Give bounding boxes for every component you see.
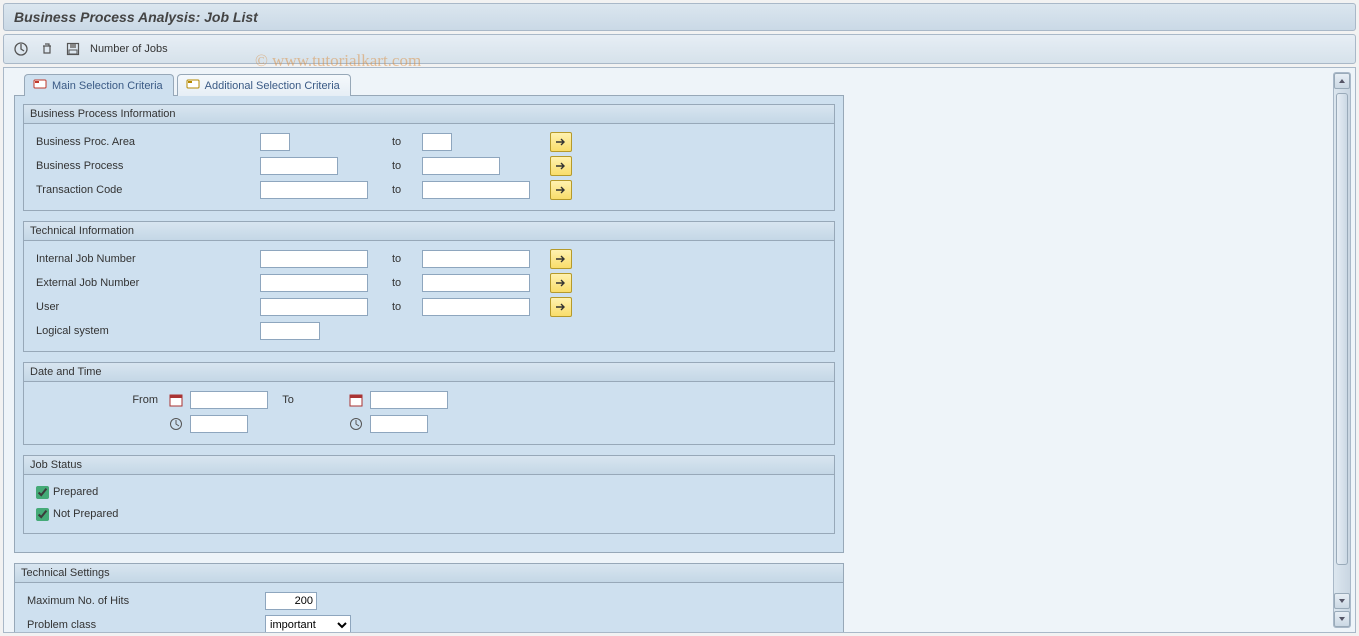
input-logsys[interactable] bbox=[260, 322, 320, 340]
multi-select-proc-area[interactable] bbox=[550, 132, 572, 152]
tab-main-selection[interactable]: Main Selection Criteria bbox=[24, 74, 174, 96]
label-ext-job: External Job Number bbox=[30, 277, 260, 289]
application-toolbar: Number of Jobs bbox=[3, 34, 1356, 64]
calendar-icon[interactable] bbox=[348, 392, 364, 408]
label-to: to bbox=[390, 136, 422, 148]
tab-icon-additional bbox=[186, 78, 200, 93]
input-process-low[interactable] bbox=[260, 157, 338, 175]
main-content: Main Selection Criteria Additional Selec… bbox=[3, 67, 1356, 633]
multi-select-tcode[interactable] bbox=[550, 180, 572, 200]
vertical-scrollbar[interactable] bbox=[1333, 72, 1351, 628]
save-variant-icon[interactable] bbox=[64, 40, 82, 58]
group-job-status: Job Status Prepared Not Prepared bbox=[23, 455, 835, 534]
calendar-icon[interactable] bbox=[168, 392, 184, 408]
tab-icon-main bbox=[33, 78, 47, 93]
input-tcode-low[interactable] bbox=[260, 181, 368, 199]
clock-icon[interactable] bbox=[168, 416, 184, 432]
label-logsys: Logical system bbox=[30, 325, 260, 337]
group-header-settings: Technical Settings bbox=[15, 564, 843, 583]
clock-icon[interactable] bbox=[348, 416, 364, 432]
input-date-from[interactable] bbox=[190, 391, 268, 409]
label-not-prepared: Not Prepared bbox=[53, 508, 118, 520]
group-header-status: Job Status bbox=[24, 456, 834, 475]
label-tcode: Transaction Code bbox=[30, 184, 260, 196]
scroll-down-icon[interactable] bbox=[1334, 593, 1350, 609]
input-user-low[interactable] bbox=[260, 298, 368, 316]
group-date-time: Date and Time From To bbox=[23, 362, 835, 445]
input-int-job-low[interactable] bbox=[260, 250, 368, 268]
tab-main-label: Main Selection Criteria bbox=[52, 80, 163, 92]
label-process: Business Process bbox=[30, 160, 260, 172]
group-technical-settings: Technical Settings Maximum No. of Hits P… bbox=[14, 563, 844, 633]
execute-icon[interactable] bbox=[12, 40, 30, 58]
tab-strip: Main Selection Criteria Additional Selec… bbox=[24, 74, 1327, 96]
label-to: to bbox=[390, 160, 422, 172]
label-prepared: Prepared bbox=[53, 486, 98, 498]
label-to: to bbox=[390, 301, 422, 313]
input-process-high[interactable] bbox=[422, 157, 500, 175]
group-header-bpi: Business Process Information bbox=[24, 105, 834, 124]
group-header-datetime: Date and Time bbox=[24, 363, 834, 382]
input-time-from[interactable] bbox=[190, 415, 248, 433]
scroll-thumb[interactable] bbox=[1336, 93, 1348, 565]
input-int-job-high[interactable] bbox=[422, 250, 530, 268]
title-bar: Business Process Analysis: Job List bbox=[3, 3, 1356, 31]
select-problem-class[interactable]: important bbox=[265, 615, 351, 633]
label-user: User bbox=[30, 301, 260, 313]
tab-additional-selection[interactable]: Additional Selection Criteria bbox=[177, 74, 351, 96]
scroll-down-icon[interactable] bbox=[1334, 611, 1350, 627]
page-title: Business Process Analysis: Job List bbox=[14, 9, 258, 25]
label-to: to bbox=[390, 253, 422, 265]
multi-select-user[interactable] bbox=[550, 297, 572, 317]
label-to: to bbox=[390, 184, 422, 196]
multi-select-int-job[interactable] bbox=[550, 249, 572, 269]
input-tcode-high[interactable] bbox=[422, 181, 530, 199]
multi-select-process[interactable] bbox=[550, 156, 572, 176]
input-max-hits[interactable] bbox=[265, 592, 317, 610]
tab-body: Business Process Information Business Pr… bbox=[14, 95, 844, 553]
input-ext-job-high[interactable] bbox=[422, 274, 530, 292]
input-date-to[interactable] bbox=[370, 391, 448, 409]
group-header-tech: Technical Information bbox=[24, 222, 834, 241]
input-time-to[interactable] bbox=[370, 415, 428, 433]
checkbox-not-prepared[interactable] bbox=[36, 508, 49, 521]
input-proc-area-low[interactable] bbox=[260, 133, 290, 151]
delete-icon[interactable] bbox=[38, 40, 56, 58]
label-to: to bbox=[390, 277, 422, 289]
label-proc-area: Business Proc. Area bbox=[30, 136, 260, 148]
group-business-process-info: Business Process Information Business Pr… bbox=[23, 104, 835, 211]
multi-select-ext-job[interactable] bbox=[550, 273, 572, 293]
label-problem-class: Problem class bbox=[21, 619, 265, 631]
input-proc-area-high[interactable] bbox=[422, 133, 452, 151]
group-technical-info: Technical Information Internal Job Numbe… bbox=[23, 221, 835, 352]
tab-additional-label: Additional Selection Criteria bbox=[205, 80, 340, 92]
label-from: From bbox=[30, 394, 168, 406]
label-to-date: To bbox=[268, 394, 308, 406]
number-of-jobs-button[interactable]: Number of Jobs bbox=[90, 43, 168, 55]
checkbox-prepared[interactable] bbox=[36, 486, 49, 499]
input-user-high[interactable] bbox=[422, 298, 530, 316]
scroll-up-icon[interactable] bbox=[1334, 73, 1350, 89]
label-max-hits: Maximum No. of Hits bbox=[21, 595, 265, 607]
label-int-job: Internal Job Number bbox=[30, 253, 260, 265]
input-ext-job-low[interactable] bbox=[260, 274, 368, 292]
